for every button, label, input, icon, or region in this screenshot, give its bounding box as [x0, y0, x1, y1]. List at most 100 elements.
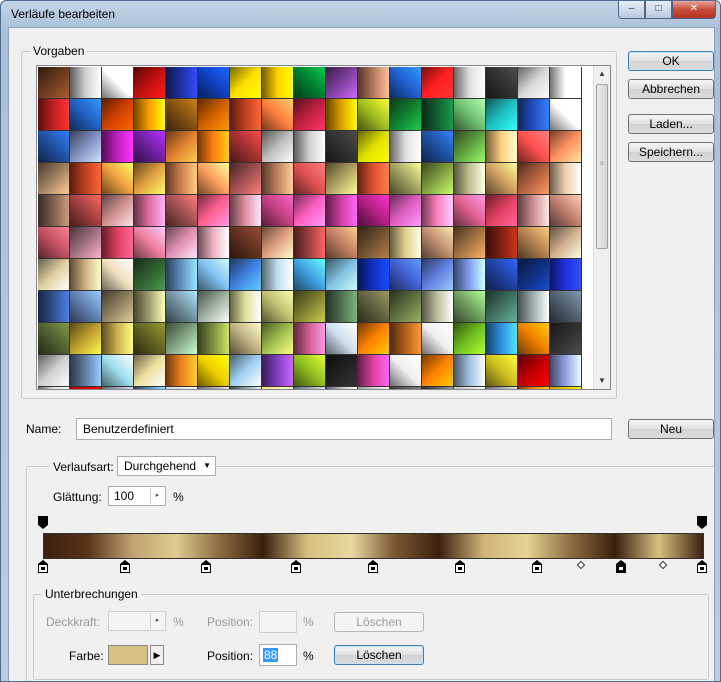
color-stop[interactable] — [291, 560, 301, 574]
gradient-preset-swatch[interactable] — [198, 227, 230, 259]
gradient-preset-swatch[interactable] — [390, 291, 422, 323]
gradient-preset-swatch[interactable] — [262, 99, 294, 131]
gradient-preset-swatch[interactable] — [390, 227, 422, 259]
gradient-preset-swatch[interactable] — [390, 131, 422, 163]
gradient-preset-swatch[interactable] — [134, 195, 166, 227]
gradient-preset-swatch[interactable] — [102, 195, 134, 227]
presets-scrollbar[interactable]: ▲ ≡ ▼ — [593, 66, 610, 389]
gradient-preset-swatch[interactable] — [262, 131, 294, 163]
gradient-preset-swatch[interactable] — [326, 131, 358, 163]
gradient-preset-swatch[interactable] — [198, 99, 230, 131]
gradient-preset-swatch[interactable] — [262, 259, 294, 291]
gradient-preset-swatch[interactable] — [486, 355, 518, 387]
gradient-preset-swatch[interactable] — [38, 387, 70, 389]
gradient-preset-swatch[interactable] — [358, 67, 390, 99]
gradient-preset-swatch[interactable] — [294, 131, 326, 163]
gradient-preset-swatch[interactable] — [358, 227, 390, 259]
gradient-preset-swatch[interactable] — [198, 291, 230, 323]
gradient-preset-swatch[interactable] — [518, 355, 550, 387]
gradient-preset-swatch[interactable] — [166, 67, 198, 99]
gradient-preset-swatch[interactable] — [294, 227, 326, 259]
gradient-preset-swatch[interactable] — [518, 131, 550, 163]
gradient-preset-swatch[interactable] — [390, 67, 422, 99]
gradient-preset-swatch[interactable] — [262, 227, 294, 259]
gradient-preset-swatch[interactable] — [262, 195, 294, 227]
smoothness-input[interactable]: 100 ▸ — [108, 486, 166, 506]
gradient-preset-swatch[interactable] — [102, 355, 134, 387]
gradient-preset-swatch[interactable] — [454, 259, 486, 291]
gradient-preset-swatch[interactable] — [518, 387, 550, 389]
color-stop[interactable] — [532, 560, 542, 574]
gradient-preset-swatch[interactable] — [550, 323, 582, 355]
scroll-down-icon[interactable]: ▼ — [594, 373, 610, 389]
gradient-preset-swatch[interactable] — [326, 67, 358, 99]
gradient-preset-swatch[interactable] — [550, 163, 582, 195]
gradient-preset-swatch[interactable] — [134, 323, 166, 355]
gradient-preset-swatch[interactable] — [70, 195, 102, 227]
color-stop[interactable] — [616, 560, 626, 574]
gradient-preset-swatch[interactable] — [102, 67, 134, 99]
close-button[interactable]: ✕ — [672, 1, 716, 19]
name-input[interactable]: Benutzerdefiniert — [76, 418, 612, 440]
gradient-preset-swatch[interactable] — [166, 195, 198, 227]
gradient-preset-swatch[interactable] — [454, 99, 486, 131]
gradient-preset-swatch[interactable] — [70, 387, 102, 389]
gradient-type-select[interactable]: Durchgehend ▼ — [117, 456, 216, 476]
gradient-preset-swatch[interactable] — [486, 163, 518, 195]
gradient-preset-swatch[interactable] — [198, 131, 230, 163]
gradient-preset-swatch[interactable] — [134, 99, 166, 131]
gradient-preset-swatch[interactable] — [230, 259, 262, 291]
gradient-preset-swatch[interactable] — [230, 355, 262, 387]
gradient-preset-swatch[interactable] — [518, 323, 550, 355]
gradient-preset-swatch[interactable] — [70, 355, 102, 387]
gradient-preset-swatch[interactable] — [70, 227, 102, 259]
delete-opacity-stop-button[interactable]: Löschen — [334, 612, 424, 632]
gradient-preset-swatch[interactable] — [390, 195, 422, 227]
color-stop[interactable] — [120, 560, 130, 574]
gradient-preset-swatch[interactable] — [134, 227, 166, 259]
gradient-preset-swatch[interactable] — [134, 387, 166, 389]
gradient-preset-swatch[interactable] — [166, 131, 198, 163]
gradient-preset-swatch[interactable] — [38, 355, 70, 387]
gradient-preset-swatch[interactable] — [422, 67, 454, 99]
ok-button[interactable]: OK — [628, 51, 714, 71]
gradient-preset-swatch[interactable] — [454, 227, 486, 259]
gradient-preset-swatch[interactable] — [70, 259, 102, 291]
gradient-preset-swatch[interactable] — [102, 227, 134, 259]
gradient-preset-swatch[interactable] — [422, 387, 454, 389]
load-button[interactable]: Laden... — [628, 114, 714, 134]
gradient-preset-swatch[interactable] — [326, 163, 358, 195]
gradient-preset-swatch[interactable] — [390, 323, 422, 355]
opacity-stop-right[interactable] — [697, 516, 707, 530]
gradient-preset-swatch[interactable] — [358, 131, 390, 163]
gradient-preset-swatch[interactable] — [454, 291, 486, 323]
gradient-preset-swatch[interactable] — [486, 291, 518, 323]
gradient-preset-swatch[interactable] — [70, 323, 102, 355]
gradient-preset-swatch[interactable] — [38, 227, 70, 259]
save-button[interactable]: Speichern... — [628, 142, 714, 162]
gradient-preset-swatch[interactable] — [198, 355, 230, 387]
gradient-preset-swatch[interactable] — [422, 227, 454, 259]
gradient-preset-swatch[interactable] — [262, 67, 294, 99]
gradient-preset-swatch[interactable] — [550, 355, 582, 387]
color-stop[interactable] — [38, 560, 48, 574]
gradient-preset-swatch[interactable] — [326, 291, 358, 323]
gradient-preset-swatch[interactable] — [390, 387, 422, 389]
gradient-preset-swatch[interactable] — [230, 131, 262, 163]
gradient-preview-bar[interactable] — [43, 533, 704, 559]
gradient-preset-swatch[interactable] — [422, 355, 454, 387]
gradient-preset-swatch[interactable] — [390, 163, 422, 195]
gradient-preset-swatch[interactable] — [358, 323, 390, 355]
gradient-preset-swatch[interactable] — [134, 291, 166, 323]
gradient-preset-swatch[interactable] — [166, 323, 198, 355]
gradient-preset-swatch[interactable] — [294, 67, 326, 99]
gradient-preset-swatch[interactable] — [454, 131, 486, 163]
gradient-preset-swatch[interactable] — [102, 323, 134, 355]
gradient-preset-swatch[interactable] — [230, 387, 262, 389]
gradient-preset-swatch[interactable] — [486, 67, 518, 99]
new-button[interactable]: Neu — [628, 419, 714, 439]
gradient-preset-swatch[interactable] — [38, 195, 70, 227]
gradient-preset-swatch[interactable] — [422, 195, 454, 227]
stop-color-swatch[interactable] — [108, 645, 148, 665]
gradient-preset-swatch[interactable] — [326, 195, 358, 227]
